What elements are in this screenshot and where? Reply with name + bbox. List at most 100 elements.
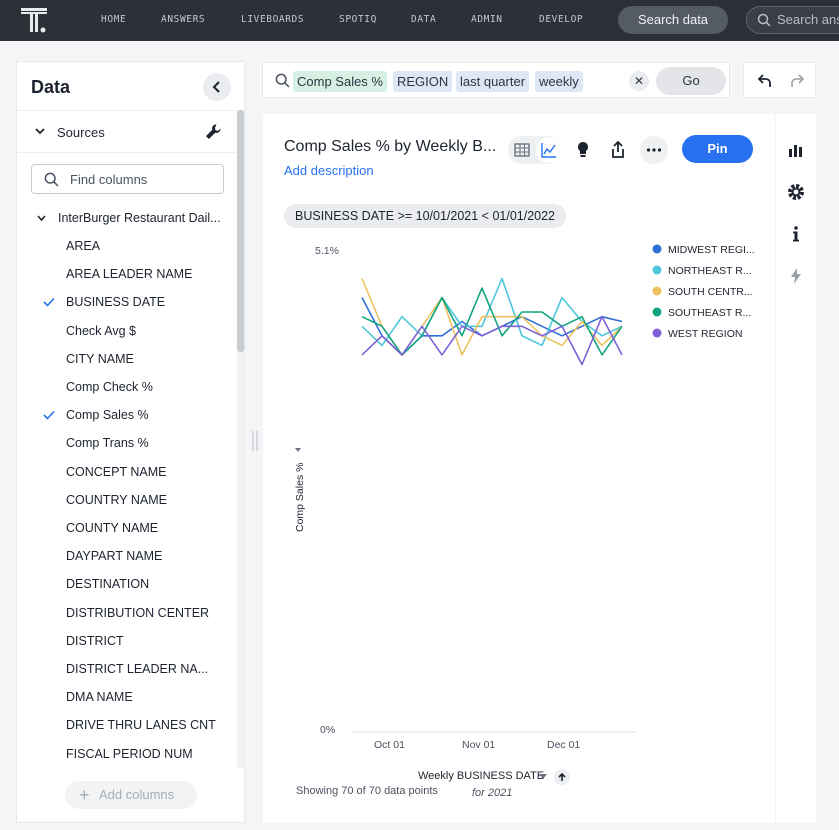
legend-swatch — [652, 307, 662, 317]
sources-label: Sources — [57, 125, 105, 140]
legend-label[interactable]: SOUTH CENTR... — [668, 286, 753, 298]
column-item[interactable]: Comp Check % — [66, 380, 153, 394]
legend-label[interactable]: SOUTHEAST R... — [668, 307, 751, 319]
sources-toggle[interactable]: Sources — [31, 123, 231, 143]
column-item[interactable]: DESTINATION — [66, 577, 149, 591]
column-item[interactable]: CITY NAME — [66, 352, 134, 366]
column-item[interactable]: FISCAL PERIOD NUM — [66, 747, 193, 761]
column-item[interactable]: COUNTRY NAME — [66, 493, 167, 507]
search-token[interactable]: REGION — [393, 71, 453, 92]
legend-swatch — [652, 286, 662, 296]
legend-swatch — [652, 328, 662, 338]
add-columns-label: Add columns — [99, 787, 175, 802]
search-answers-input[interactable]: Search ans — [746, 6, 839, 34]
chart-view-active[interactable] — [536, 137, 562, 163]
gear-icon[interactable] — [784, 180, 808, 204]
redo-icon[interactable] — [789, 73, 805, 89]
column-item[interactable]: Check Avg $ — [66, 324, 136, 338]
chevron-left-icon — [212, 81, 220, 93]
column-item[interactable]: DAYPART NAME — [66, 549, 162, 563]
column-item[interactable]: DISTRIBUTION CENTER — [66, 606, 209, 620]
column-item[interactable]: DISTRICT LEADER NA... — [66, 662, 208, 676]
filter-chip[interactable]: BUSINESS DATE >= 10/01/2021 < 01/01/2022 — [284, 204, 567, 228]
answer-title[interactable]: Comp Sales % by Weekly B... — [284, 138, 496, 156]
series-line[interactable] — [361, 278, 623, 356]
go-button[interactable]: Go — [656, 67, 726, 95]
column-item[interactable]: COUNTY NAME — [66, 521, 158, 535]
scrollbar-thumb[interactable] — [237, 110, 244, 352]
series-line[interactable] — [361, 277, 623, 347]
chart-type-icon[interactable] — [784, 138, 808, 162]
nav-spotiq[interactable]: SPOTIQ — [339, 14, 377, 25]
clear-search-button[interactable]: ✕ — [629, 71, 649, 91]
panel-resize-handle[interactable] — [251, 431, 259, 451]
thoughtspot-logo[interactable] — [20, 7, 48, 35]
find-columns-input[interactable] — [70, 172, 210, 187]
search-token[interactable]: Comp Sales % — [293, 71, 387, 92]
sort-button[interactable] — [554, 769, 570, 785]
nav-home[interactable]: HOME — [101, 14, 126, 25]
nav-liveboards[interactable]: LIVEBOARDS — [241, 14, 304, 25]
lightbulb-icon[interactable] — [571, 138, 595, 162]
add-description-link[interactable]: Add description — [284, 163, 374, 178]
column-item[interactable]: Comp Sales % — [66, 408, 149, 422]
y-axis-label[interactable]: Comp Sales % — [294, 463, 306, 532]
chevron-down-icon — [35, 128, 45, 135]
x-tick-label: Dec 01 — [547, 739, 580, 751]
chart-view-icon — [541, 143, 556, 158]
divider — [17, 152, 245, 153]
search-data-button[interactable]: Search data — [618, 6, 728, 34]
wrench-icon[interactable] — [203, 122, 223, 142]
series-line[interactable] — [361, 315, 623, 366]
y-tick-label: 5.1% — [315, 245, 339, 257]
legend-label[interactable]: NORTHEAST R... — [668, 265, 752, 277]
column-item[interactable]: BUSINESS DATE — [66, 295, 165, 309]
column-item[interactable]: DMA NAME — [66, 690, 133, 704]
share-icon[interactable] — [606, 138, 630, 162]
search-icon — [44, 172, 59, 187]
undo-icon[interactable] — [757, 73, 773, 89]
add-columns-button[interactable]: + Add columns — [65, 781, 197, 809]
find-columns-field[interactable] — [31, 164, 224, 194]
top-nav: HOME ANSWERS LIVEBOARDS SPOTIQ DATA ADMI… — [0, 0, 839, 41]
right-toolbar — [776, 114, 816, 823]
column-item[interactable]: AREA LEADER NAME — [66, 267, 192, 281]
x-tick-label: Oct 01 — [374, 739, 405, 751]
search-icon — [275, 73, 290, 88]
chevron-down-icon — [37, 215, 46, 222]
nav-admin[interactable]: ADMIN — [471, 14, 503, 25]
y-tick-label: 0% — [320, 724, 335, 736]
nav-data[interactable]: DATA — [411, 14, 436, 25]
nav-develop[interactable]: DEVELOP — [539, 14, 583, 25]
series-line[interactable] — [361, 287, 623, 356]
x-axis-label[interactable]: Weekly BUSINESS DATE — [418, 770, 544, 782]
column-item[interactable]: CONCEPT NAME — [66, 465, 166, 479]
plus-icon: + — [79, 785, 90, 805]
search-token[interactable]: weekly — [535, 71, 583, 92]
column-item[interactable]: DISTRICT — [66, 634, 124, 648]
caret-down-icon[interactable] — [539, 774, 547, 779]
column-item[interactable]: AREA — [66, 239, 100, 253]
search-token[interactable]: last quarter — [456, 71, 530, 92]
answer-card: Comp Sales % by Weekly B... Add descript… — [263, 114, 775, 823]
collapse-panel-button[interactable] — [203, 73, 231, 101]
column-item[interactable]: Comp Trans % — [66, 436, 149, 450]
arrow-up-icon — [558, 772, 566, 781]
caret-down-icon[interactable] — [295, 448, 301, 452]
divider — [17, 110, 245, 111]
nav-answers[interactable]: ANSWERS — [161, 14, 205, 25]
data-panel-title: Data — [31, 77, 71, 97]
lightning-icon[interactable] — [784, 264, 808, 288]
view-toggle — [508, 136, 562, 164]
series-line[interactable] — [361, 297, 623, 356]
legend-label[interactable]: WEST REGION — [668, 328, 742, 340]
more-button[interactable] — [640, 136, 668, 164]
info-icon[interactable] — [784, 222, 808, 246]
pin-button[interactable]: Pin — [682, 135, 753, 163]
search-bar[interactable]: Comp Sales % REGION last quarter weekly … — [262, 62, 730, 98]
column-item[interactable]: DRIVE THRU LANES CNT — [66, 718, 216, 732]
check-icon — [43, 411, 55, 420]
source-table-row[interactable]: InterBurger Restaurant Dail... — [31, 209, 231, 227]
legend-label[interactable]: MIDWEST REGI... — [668, 244, 755, 256]
table-view-icon[interactable] — [510, 138, 534, 162]
